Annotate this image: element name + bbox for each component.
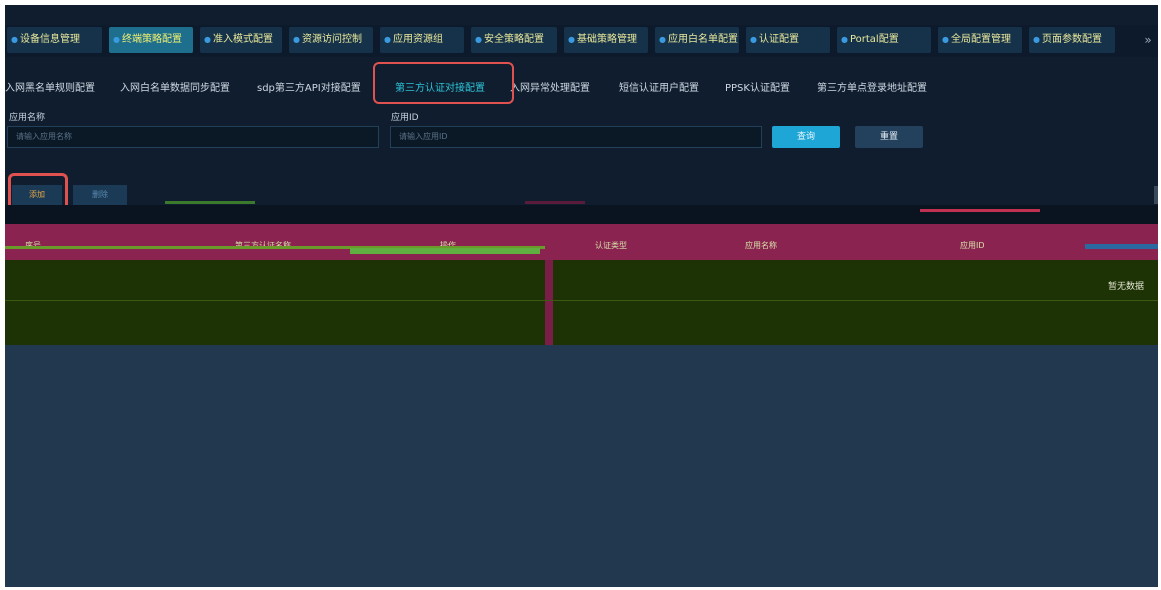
query-button[interactable]: 查询 [772, 126, 840, 148]
reset-button[interactable]: 重置 [855, 126, 923, 148]
app-name-input[interactable]: 请输入应用名称 [7, 126, 379, 148]
tab-dot-icon: ● [750, 35, 757, 44]
tab-dot-icon: ● [568, 35, 575, 44]
top-tab-resource-access[interactable]: ● 资源访问控制 [289, 27, 373, 53]
sub-tab-whitelist-sync[interactable]: 入网白名单数据同步配置 [120, 79, 230, 94]
app-window: ● 设备信息管理 ● 终端策略配置 ● 准入模式配置 ● 资源访问控制 ● 应用资源组 ●… [5, 5, 1158, 587]
sub-tab-bar: 入网黑名单规则配置 入网白名单数据同步配置 sdp第三方API对接配置 第三方认… [5, 61, 1158, 109]
app-name-label: 应用名称 [9, 113, 46, 123]
app-id-input[interactable]: 请输入应用ID [390, 126, 762, 148]
tab-dot-icon: ● [475, 35, 482, 44]
sub-tab-exception[interactable]: 入网异常处理配置 [510, 79, 590, 94]
tab-dot-icon: ● [841, 35, 848, 44]
table-body [5, 260, 1158, 345]
column-header-app-id: 应用ID [960, 241, 985, 250]
tab-dot-icon: ● [293, 35, 300, 44]
tab-dot-icon: ● [384, 35, 391, 44]
glitch-stripe [1085, 244, 1158, 249]
top-tab-basic-policy[interactable]: ● 基础策略管理 [564, 27, 648, 53]
tab-dot-icon: ● [659, 35, 666, 44]
tab-dot-icon: ● [204, 35, 211, 44]
top-tab-device-info[interactable]: ● 设备信息管理 [7, 27, 102, 53]
delete-button[interactable]: 删除 [73, 185, 127, 205]
column-header-app-name: 应用名称 [745, 241, 777, 250]
sub-tab-sms-auth[interactable]: 短信认证用户配置 [619, 79, 699, 94]
sub-tab-sdp-api[interactable]: sdp第三方API对接配置 [257, 79, 361, 94]
glitch-stripe [165, 201, 255, 204]
highlight-box-subtab [373, 62, 514, 104]
sub-tab-blacklist[interactable]: 入网黑名单规则配置 [5, 79, 95, 94]
top-tab-terminal-policy[interactable]: ● 终端策略配置 [109, 27, 193, 53]
glitch-stripe [525, 201, 585, 204]
glitch-stripe [350, 248, 540, 254]
content-background [5, 345, 1158, 587]
sub-tab-sso-address[interactable]: 第三方单点登录地址配置 [817, 79, 927, 94]
top-tab-portal-config[interactable]: ● Portal配置 [837, 27, 931, 53]
empty-state-text: 暂无数据 [1107, 282, 1144, 292]
top-tab-page-params[interactable]: ● 页面参数配置 [1029, 27, 1115, 53]
app-id-label: 应用ID [391, 113, 419, 123]
more-tabs-icon[interactable]: » [1138, 27, 1158, 53]
top-tab-auth-config[interactable]: ● 认证配置 [746, 27, 830, 53]
glitch-divider [545, 260, 553, 345]
top-tab-access-mode[interactable]: ● 准入模式配置 [200, 27, 282, 53]
top-tab-global-config[interactable]: ● 全局配置管理 [938, 27, 1022, 53]
tab-dot-icon: ● [1033, 35, 1040, 44]
glitch-stripe [920, 209, 1040, 212]
table-header: 序号 第三方认证名称 操作 认证类型 应用名称 应用ID [5, 224, 1158, 260]
scroll-edge [1154, 186, 1158, 204]
tab-dot-icon: ● [11, 35, 18, 44]
row-divider [5, 300, 1158, 301]
column-header-auth-type: 认证类型 [595, 241, 627, 250]
top-tab-bar: ● 设备信息管理 ● 终端策略配置 ● 准入模式配置 ● 资源访问控制 ● 应用资源组 ●… [5, 25, 1158, 57]
glitch-band [5, 205, 1158, 225]
top-tab-app-resource-group[interactable]: ● 应用资源组 [380, 27, 464, 53]
sub-tab-ppsk[interactable]: PPSK认证配置 [725, 79, 790, 94]
tab-dot-icon: ● [113, 35, 120, 44]
highlight-box-add [8, 173, 68, 205]
tab-dot-icon: ● [942, 35, 949, 44]
top-tab-app-whitelist[interactable]: ● 应用白名单配置 [655, 27, 739, 53]
top-tab-security-policy[interactable]: ● 安全策略配置 [471, 27, 557, 53]
